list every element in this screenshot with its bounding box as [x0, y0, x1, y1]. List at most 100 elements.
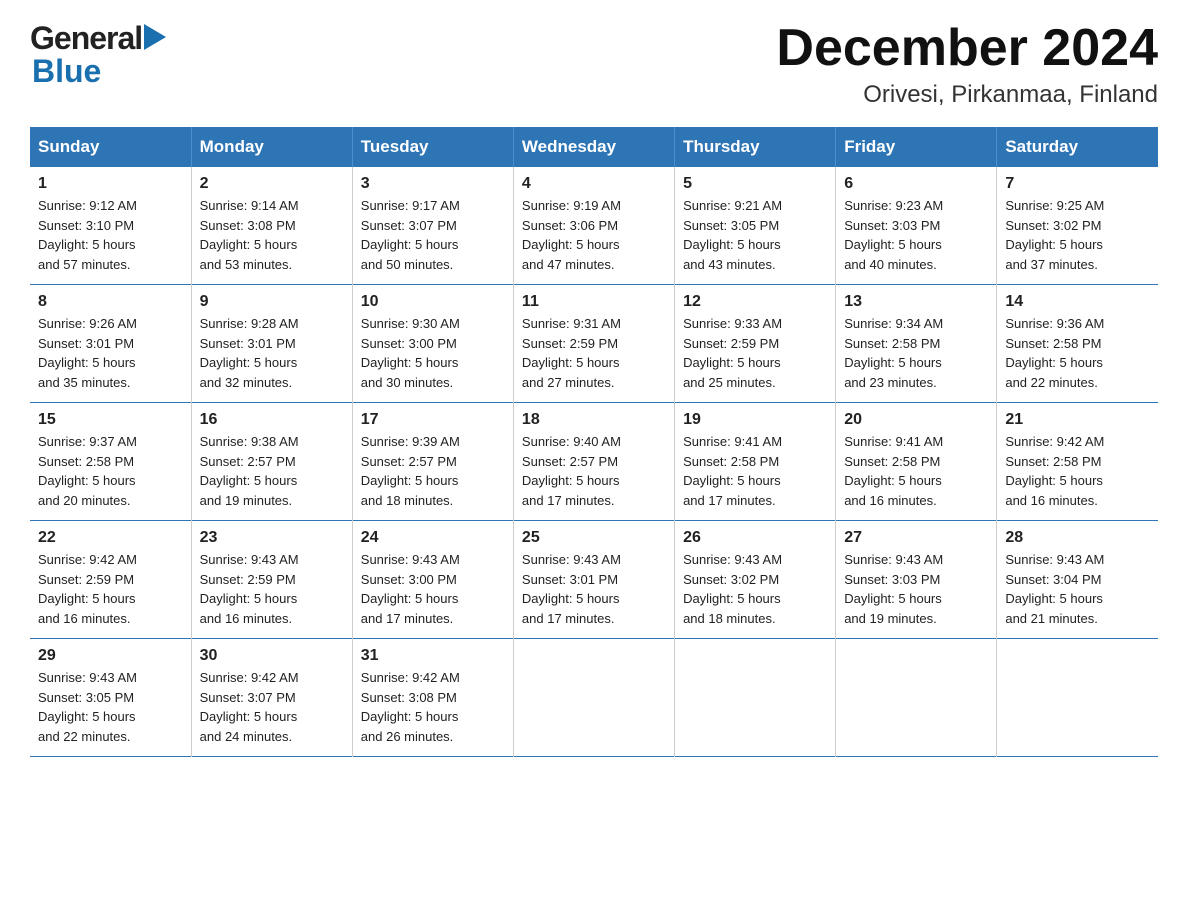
- calendar-cell: 29Sunrise: 9:43 AM Sunset: 3:05 PM Dayli…: [30, 639, 191, 757]
- day-number: 14: [1005, 293, 1150, 311]
- calendar-cell: [997, 639, 1158, 757]
- day-number: 27: [844, 529, 988, 547]
- calendar-cell: 23Sunrise: 9:43 AM Sunset: 2:59 PM Dayli…: [191, 521, 352, 639]
- day-number: 26: [683, 529, 827, 547]
- day-number: 8: [38, 293, 183, 311]
- day-info: Sunrise: 9:23 AM Sunset: 3:03 PM Dayligh…: [844, 196, 988, 274]
- day-info: Sunrise: 9:43 AM Sunset: 3:01 PM Dayligh…: [522, 550, 666, 628]
- calendar-cell: 12 Sunrise: 9:33 AM Sunset: 2:59 PM Dayli…: [675, 285, 836, 403]
- logo-image: General: [30, 20, 166, 57]
- day-info: Sunrise: 9:21 AM Sunset: 3:05 PM Dayligh…: [683, 196, 827, 274]
- calendar-cell: 4 Sunrise: 9:19 AM Sunset: 3:06 PM Daylig…: [513, 167, 674, 285]
- calendar-cell: 26 Sunrise: 9:43 AM Sunset: 3:02 PM Dayli…: [675, 521, 836, 639]
- calendar-cell: 6 Sunrise: 9:23 AM Sunset: 3:03 PM Daylig…: [836, 167, 997, 285]
- day-info: Sunrise: 9:38 AM Sunset: 2:57 PM Dayligh…: [200, 432, 344, 510]
- day-number: 2: [200, 175, 344, 193]
- day-number: 19: [683, 411, 827, 429]
- day-info: Sunrise: 9:40 AM Sunset: 2:57 PM Dayligh…: [522, 432, 666, 510]
- calendar-cell: 17Sunrise: 9:39 AM Sunset: 2:57 PM Dayli…: [352, 403, 513, 521]
- calendar-cell: 31Sunrise: 9:42 AM Sunset: 3:08 PM Dayli…: [352, 639, 513, 757]
- day-info: Sunrise: 9:41 AM Sunset: 2:58 PM Dayligh…: [844, 432, 988, 510]
- day-number: 12: [683, 293, 827, 311]
- header-friday: Friday: [836, 127, 997, 167]
- day-number: 30: [200, 647, 344, 665]
- calendar-week-row: 8 Sunrise: 9:26 AM Sunset: 3:01 PM Daylig…: [30, 285, 1158, 403]
- calendar-cell: 28 Sunrise: 9:43 AM Sunset: 3:04 PM Dayli…: [997, 521, 1158, 639]
- calendar-cell: [836, 639, 997, 757]
- day-info: Sunrise: 9:39 AM Sunset: 2:57 PM Dayligh…: [361, 432, 505, 510]
- calendar-title-block: December 2024 Orivesi, Pirkanmaa, Finlan…: [776, 20, 1158, 109]
- logo-blue-text: Blue: [32, 53, 101, 90]
- day-number: 7: [1005, 175, 1150, 193]
- day-number: 9: [200, 293, 344, 311]
- logo-arrow-icon: [144, 24, 166, 50]
- day-info: Sunrise: 9:43 AM Sunset: 3:00 PM Dayligh…: [361, 550, 505, 628]
- day-info: Sunrise: 9:30 AM Sunset: 3:00 PM Dayligh…: [361, 314, 505, 392]
- calendar-cell: 27 Sunrise: 9:43 AM Sunset: 3:03 PM Dayli…: [836, 521, 997, 639]
- day-number: 25: [522, 529, 666, 547]
- calendar-week-row: 29Sunrise: 9:43 AM Sunset: 3:05 PM Dayli…: [30, 639, 1158, 757]
- calendar-week-row: 15 Sunrise: 9:37 AM Sunset: 2:58 PM Dayli…: [30, 403, 1158, 521]
- calendar-cell: [513, 639, 674, 757]
- day-info: Sunrise: 9:12 AM Sunset: 3:10 PM Dayligh…: [38, 196, 183, 274]
- calendar-week-row: 1Sunrise: 9:12 AM Sunset: 3:10 PM Daylig…: [30, 167, 1158, 285]
- header-wednesday: Wednesday: [513, 127, 674, 167]
- calendar-cell: [675, 639, 836, 757]
- day-info: Sunrise: 9:36 AM Sunset: 2:58 PM Dayligh…: [1005, 314, 1150, 392]
- day-info: Sunrise: 9:42 AM Sunset: 2:58 PM Dayligh…: [1005, 432, 1150, 510]
- calendar-cell: 20Sunrise: 9:41 AM Sunset: 2:58 PM Dayli…: [836, 403, 997, 521]
- day-info: Sunrise: 9:43 AM Sunset: 3:04 PM Dayligh…: [1005, 550, 1150, 628]
- day-number: 18: [522, 411, 666, 429]
- calendar-title: December 2024: [776, 20, 1158, 77]
- calendar-cell: 1Sunrise: 9:12 AM Sunset: 3:10 PM Daylig…: [30, 167, 191, 285]
- day-info: Sunrise: 9:26 AM Sunset: 3:01 PM Dayligh…: [38, 314, 183, 392]
- day-number: 10: [361, 293, 505, 311]
- header-saturday: Saturday: [997, 127, 1158, 167]
- calendar-table: Sunday Monday Tuesday Wednesday Thursday…: [30, 127, 1158, 757]
- day-number: 5: [683, 175, 827, 193]
- day-number: 6: [844, 175, 988, 193]
- calendar-cell: 30 Sunrise: 9:42 AM Sunset: 3:07 PM Dayli…: [191, 639, 352, 757]
- day-info: Sunrise: 9:42 AM Sunset: 2:59 PM Dayligh…: [38, 550, 183, 628]
- calendar-cell: 2 Sunrise: 9:14 AM Sunset: 3:08 PM Daylig…: [191, 167, 352, 285]
- header-tuesday: Tuesday: [352, 127, 513, 167]
- header-monday: Monday: [191, 127, 352, 167]
- day-number: 22: [38, 529, 183, 547]
- calendar-cell: 8 Sunrise: 9:26 AM Sunset: 3:01 PM Daylig…: [30, 285, 191, 403]
- calendar-subtitle: Orivesi, Pirkanmaa, Finland: [776, 81, 1158, 109]
- calendar-week-row: 22 Sunrise: 9:42 AM Sunset: 2:59 PM Dayli…: [30, 521, 1158, 639]
- day-info: Sunrise: 9:28 AM Sunset: 3:01 PM Dayligh…: [200, 314, 344, 392]
- day-info: Sunrise: 9:14 AM Sunset: 3:08 PM Dayligh…: [200, 196, 344, 274]
- calendar-cell: 5 Sunrise: 9:21 AM Sunset: 3:05 PM Daylig…: [675, 167, 836, 285]
- calendar-cell: 16 Sunrise: 9:38 AM Sunset: 2:57 PM Dayli…: [191, 403, 352, 521]
- day-number: 4: [522, 175, 666, 193]
- day-number: 28: [1005, 529, 1150, 547]
- day-number: 16: [200, 411, 344, 429]
- day-info: Sunrise: 9:34 AM Sunset: 2:58 PM Dayligh…: [844, 314, 988, 392]
- calendar-cell: 24 Sunrise: 9:43 AM Sunset: 3:00 PM Dayli…: [352, 521, 513, 639]
- calendar-cell: 7Sunrise: 9:25 AM Sunset: 3:02 PM Daylig…: [997, 167, 1158, 285]
- calendar-cell: 14 Sunrise: 9:36 AM Sunset: 2:58 PM Dayli…: [997, 285, 1158, 403]
- day-number: 24: [361, 529, 505, 547]
- calendar-cell: 10 Sunrise: 9:30 AM Sunset: 3:00 PM Dayli…: [352, 285, 513, 403]
- day-number: 21: [1005, 411, 1150, 429]
- day-info: Sunrise: 9:37 AM Sunset: 2:58 PM Dayligh…: [38, 432, 183, 510]
- day-info: Sunrise: 9:43 AM Sunset: 3:02 PM Dayligh…: [683, 550, 827, 628]
- calendar-cell: 9 Sunrise: 9:28 AM Sunset: 3:01 PM Daylig…: [191, 285, 352, 403]
- logo-general-text: General: [30, 20, 142, 57]
- day-info: Sunrise: 9:43 AM Sunset: 3:03 PM Dayligh…: [844, 550, 988, 628]
- day-info: Sunrise: 9:33 AM Sunset: 2:59 PM Dayligh…: [683, 314, 827, 392]
- page-header: General Blue December 2024 Orivesi, Pirk…: [30, 20, 1158, 109]
- calendar-cell: 15 Sunrise: 9:37 AM Sunset: 2:58 PM Dayli…: [30, 403, 191, 521]
- header-thursday: Thursday: [675, 127, 836, 167]
- day-number: 15: [38, 411, 183, 429]
- calendar-cell: 13 Sunrise: 9:34 AM Sunset: 2:58 PM Dayli…: [836, 285, 997, 403]
- calendar-cell: 22 Sunrise: 9:42 AM Sunset: 2:59 PM Dayli…: [30, 521, 191, 639]
- day-number: 13: [844, 293, 988, 311]
- day-info: Sunrise: 9:41 AM Sunset: 2:58 PM Dayligh…: [683, 432, 827, 510]
- day-info: Sunrise: 9:43 AM Sunset: 3:05 PM Dayligh…: [38, 668, 183, 746]
- day-info: Sunrise: 9:42 AM Sunset: 3:07 PM Dayligh…: [200, 668, 344, 746]
- day-number: 3: [361, 175, 505, 193]
- day-info: Sunrise: 9:31 AM Sunset: 2:59 PM Dayligh…: [522, 314, 666, 392]
- day-info: Sunrise: 9:19 AM Sunset: 3:06 PM Dayligh…: [522, 196, 666, 274]
